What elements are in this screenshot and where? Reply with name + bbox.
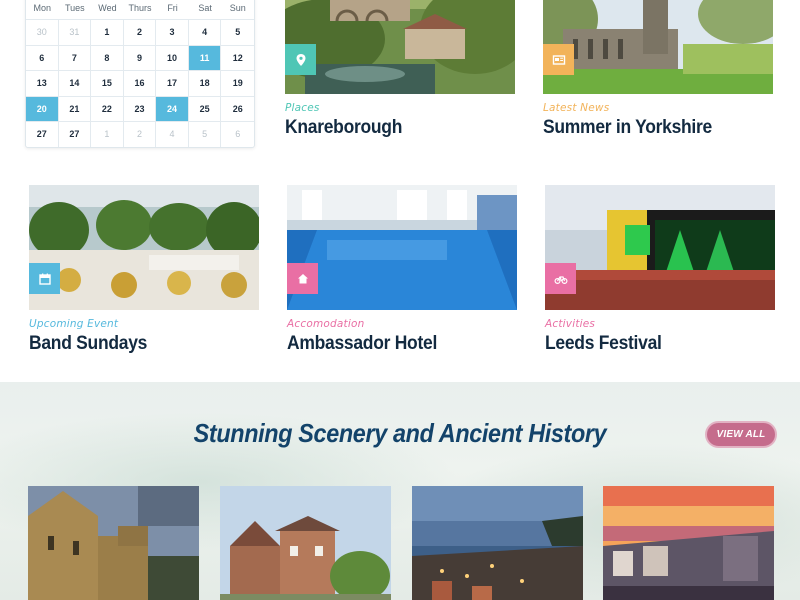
band-photo (29, 185, 259, 310)
calendar-day[interactable]: 23 (123, 95, 157, 121)
calendar-day[interactable]: 18 (188, 70, 222, 96)
coastal-town-thumbnail[interactable] (412, 486, 583, 600)
weekday-label: Sun (229, 3, 246, 13)
card-summer-in-yorkshire[interactable]: Latest News Summer in Yorkshire (543, 0, 773, 139)
calendar-day[interactable]: 10 (156, 44, 189, 70)
card-title[interactable]: Band Sundays (29, 333, 241, 355)
calendar-day[interactable]: 2 (123, 19, 157, 45)
card-category: Latest News (543, 102, 610, 114)
calendar-day[interactable]: 27 (58, 121, 92, 147)
calendar-day[interactable]: 31 (58, 19, 92, 45)
calendar-day-event[interactable]: 20 (26, 95, 59, 121)
calendar-day[interactable]: 3 (156, 19, 189, 45)
sunset-town-thumbnail[interactable] (603, 486, 774, 600)
card-ambassador-hotel[interactable]: Accomodation Ambassador Hotel (287, 185, 517, 355)
calendar-icon (29, 263, 60, 294)
calendar-day[interactable]: 13 (26, 70, 59, 96)
weekday-label: Wed (98, 3, 117, 13)
festival-photo (545, 185, 775, 310)
calendar-day[interactable]: 26 (221, 95, 254, 122)
calendar-day[interactable]: 30 (26, 19, 59, 45)
calendar-day[interactable]: 19 (221, 70, 254, 96)
weekday-label: Thurs (128, 3, 152, 13)
calendar-day[interactable]: 7 (58, 44, 92, 70)
weekday-label: Tues (65, 3, 85, 13)
village-house-thumbnail[interactable] (220, 486, 391, 600)
section-heading: Stunning Scenery and Ancient History (193, 418, 607, 448)
card-knaresborough[interactable]: Places Knareborough (285, 0, 515, 139)
calendar-day[interactable]: 27 (26, 121, 59, 147)
scenery-section: Stunning Scenery and Ancient History VIE… (0, 382, 800, 600)
card-title[interactable]: Ambassador Hotel (287, 333, 499, 355)
calendar-day[interactable]: 17 (156, 70, 189, 96)
newspaper-icon (543, 44, 574, 75)
card-category: Activities (545, 318, 596, 330)
card-band-sundays[interactable]: Upcoming Event Band Sundays (29, 185, 259, 355)
card-leeds-festival[interactable]: Activities Leeds Festival (545, 185, 775, 355)
hotel-photo (287, 185, 517, 310)
card-title[interactable]: Leeds Festival (545, 333, 757, 355)
card-category: Places (285, 102, 320, 114)
calendar-day[interactable]: 5 (188, 121, 222, 147)
card-title[interactable]: Summer in Yorkshire (543, 117, 755, 139)
calendar-day[interactable]: 25 (188, 95, 222, 121)
calendar-day-event[interactable]: 11 (188, 44, 222, 70)
calendar-day[interactable]: 12 (221, 44, 254, 71)
weekday-label: Fri (167, 3, 178, 13)
calendar-day[interactable]: 6 (221, 121, 254, 147)
summer-photo (543, 0, 773, 94)
calendar-day[interactable]: 6 (26, 44, 59, 70)
calendar-day[interactable]: 21 (58, 95, 92, 121)
calendar-day[interactable]: 15 (91, 70, 124, 96)
calendar-day[interactable]: 4 (156, 121, 189, 147)
card-category: Accomodation (287, 318, 365, 330)
calendar-day[interactable]: 8 (91, 44, 124, 70)
home-icon (287, 263, 318, 294)
calendar-weekday-header: Mon Tues Wed Thurs Fri Sat Sun (26, 0, 254, 19)
view-all-button[interactable]: VIEW ALL (705, 421, 777, 448)
calendar-day[interactable]: 1 (91, 19, 124, 45)
calendar-day[interactable]: 5 (221, 19, 254, 45)
calendar-day[interactable]: 14 (58, 70, 92, 96)
castle-thumbnail[interactable] (28, 486, 199, 600)
calendar-day[interactable]: 2 (123, 121, 157, 147)
calendar-day[interactable]: 4 (188, 19, 222, 45)
weekday-label: Sat (198, 3, 212, 13)
knaresborough-photo (285, 0, 515, 94)
calendar-day-event[interactable]: 24 (156, 95, 189, 121)
calendar-day[interactable]: 16 (123, 70, 157, 96)
event-calendar: Mon Tues Wed Thurs Fri Sat Sun 30 31 1 2 3 4 5… (25, 0, 255, 148)
calendar-day[interactable]: 1 (91, 121, 124, 147)
card-title[interactable]: Knareborough (285, 117, 497, 139)
calendar-day[interactable]: 9 (123, 44, 157, 70)
location-pin-icon (285, 44, 316, 75)
calendar-days-grid: 30 31 1 2 3 4 5 6 7 8 9 10 11 12 13 14 15 16 17 18 19 20 21 22 2… (26, 19, 254, 147)
calendar-day[interactable]: 22 (91, 95, 124, 121)
card-category: Upcoming Event (29, 318, 119, 330)
weekday-label: Mon (33, 3, 52, 13)
bicycle-icon (545, 263, 576, 294)
